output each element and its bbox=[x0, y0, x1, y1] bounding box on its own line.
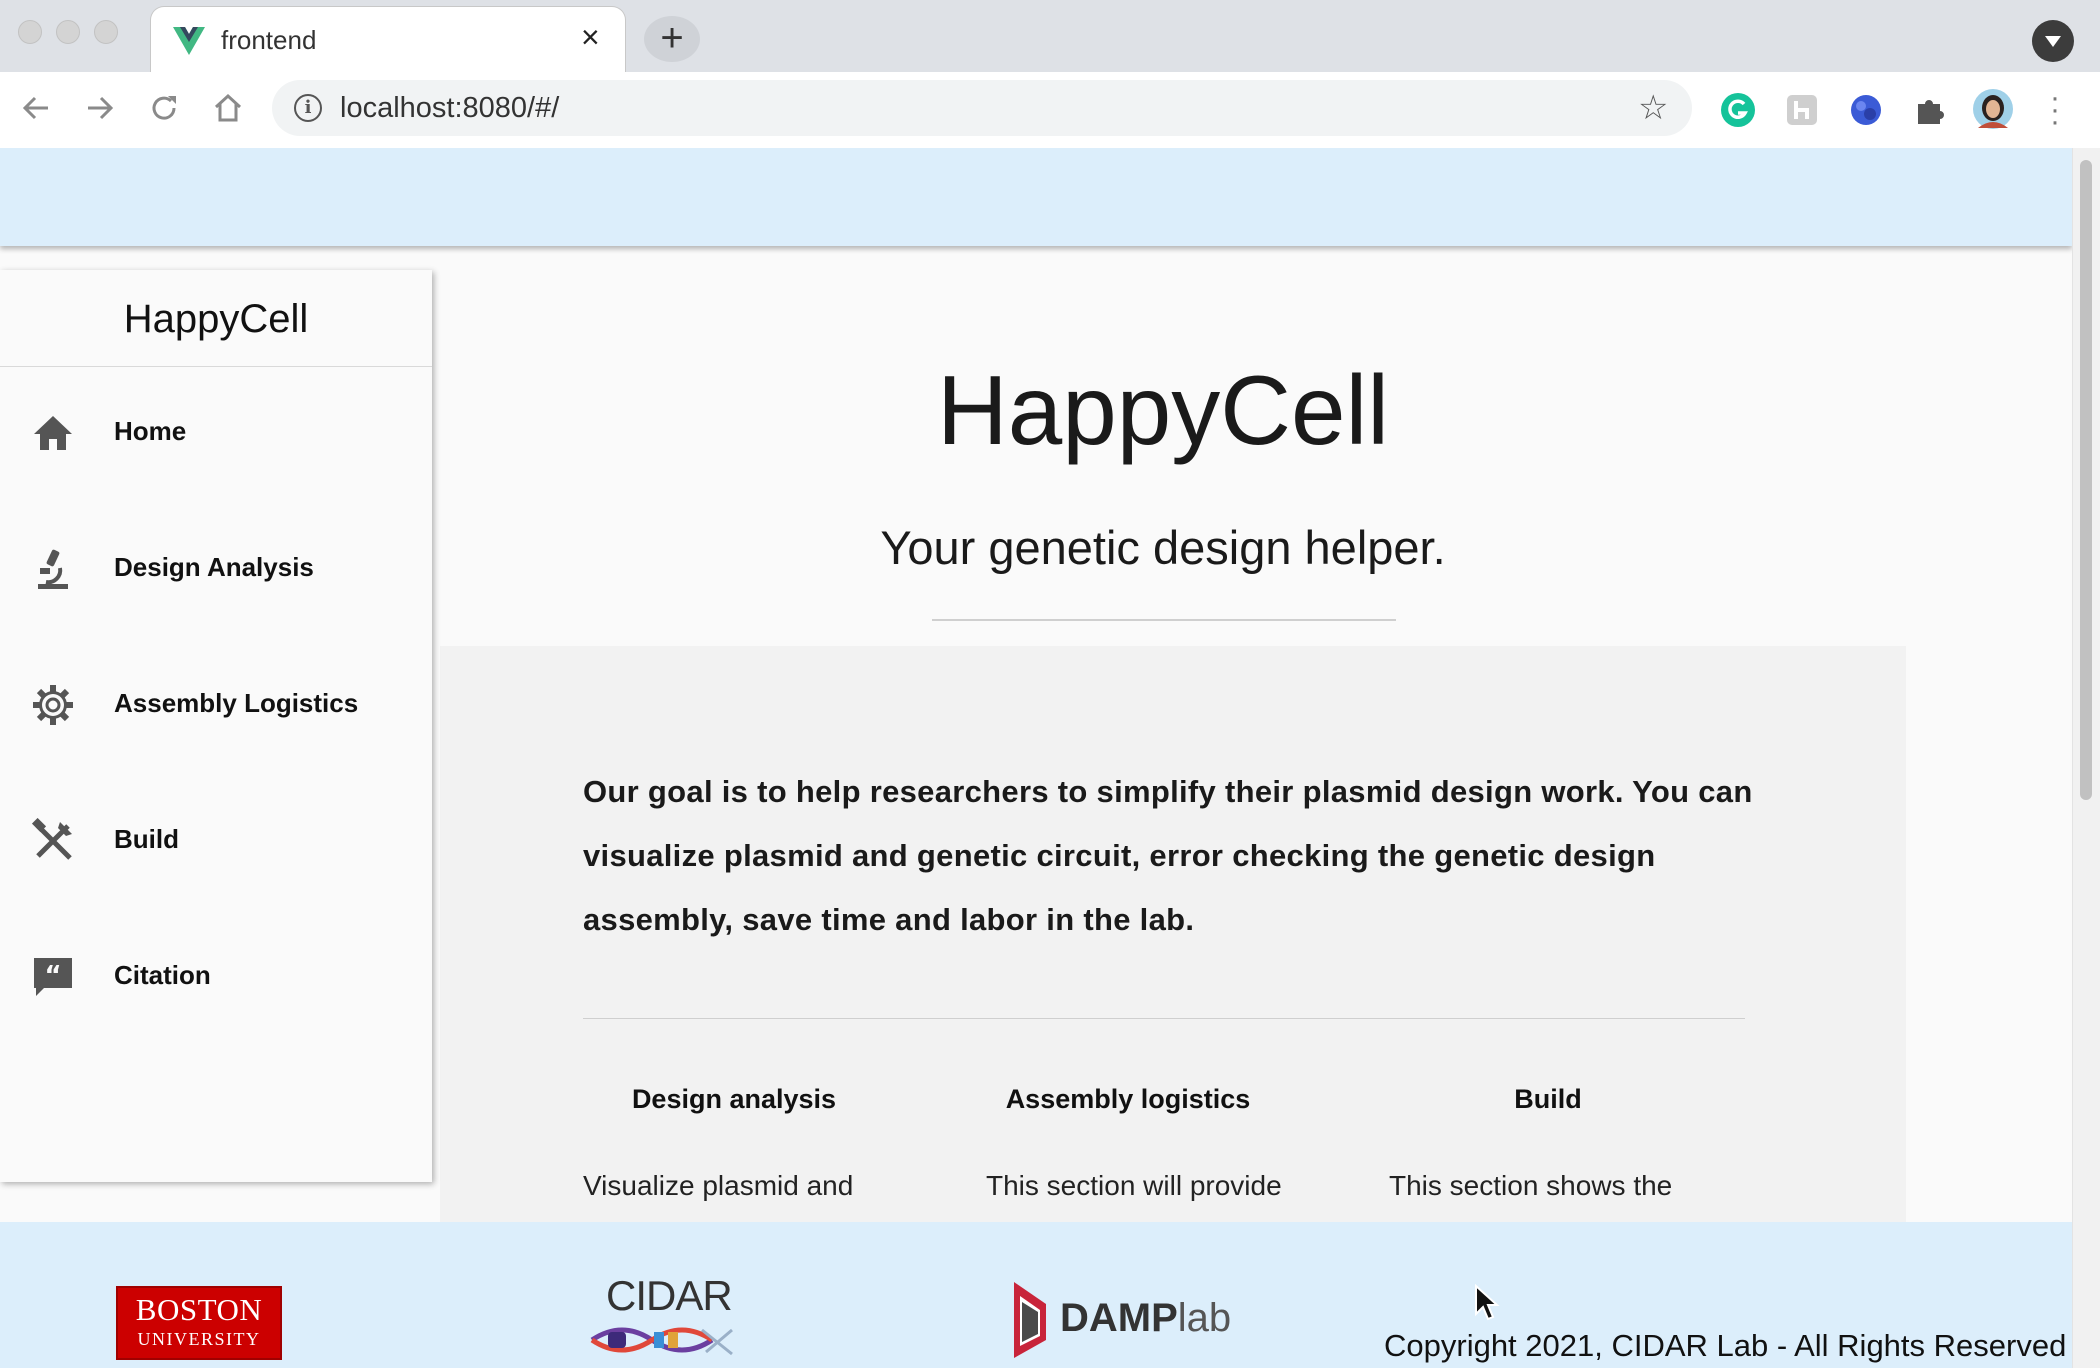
url-text[interactable]: localhost:8080/#/ bbox=[340, 92, 559, 125]
browser-toolbar: i localhost:8080/#/ ☆ · · · bbox=[0, 72, 2100, 149]
feature-title-design-analysis: Design analysis bbox=[631, 1084, 837, 1114]
chevron-down-icon bbox=[2045, 36, 2061, 47]
dna-helix-icon bbox=[590, 1327, 733, 1356]
feature-text-assembly-logistics: This section will provide bbox=[986, 1170, 1282, 1201]
feature-text-build: This section shows the bbox=[1389, 1170, 1673, 1201]
profile-avatar[interactable] bbox=[1972, 88, 2014, 130]
page-title: HappyCell bbox=[936, 355, 1390, 465]
browser-tab[interactable]: frontend × bbox=[150, 6, 626, 72]
page-subtitle: Your genetic design helper. bbox=[880, 521, 1446, 574]
sidebar-item-label: Home bbox=[114, 416, 187, 446]
tab-title: frontend bbox=[221, 25, 317, 55]
sidebar-item-build[interactable]: Build bbox=[0, 790, 432, 890]
extension-globe-icon[interactable] bbox=[1848, 92, 1884, 128]
home-page-icon[interactable] bbox=[210, 90, 246, 126]
divider bbox=[932, 619, 1396, 621]
copyright-text: Copyright 2021, CIDAR Lab - All Rights R… bbox=[1384, 1328, 2067, 1363]
sidebar-item-label: Design Analysis bbox=[114, 552, 314, 582]
sidebar: HappyCell Home Design Analysis Assembly … bbox=[0, 270, 432, 1182]
footer: BOSTON UNIVERSITY CIDAR DAMPlab Copyrigh… bbox=[0, 1222, 2072, 1368]
scrollbar-thumb[interactable] bbox=[2080, 160, 2092, 800]
back-arrow-icon[interactable] bbox=[18, 90, 54, 126]
divider bbox=[583, 1018, 1745, 1019]
window-minimize-button[interactable] bbox=[56, 20, 80, 44]
tools-icon bbox=[31, 818, 72, 860]
app-bar bbox=[0, 148, 2072, 246]
intro-paragraph: Our goal is to help researchers to simpl… bbox=[583, 774, 1753, 937]
sidebar-item-design-analysis[interactable]: Design Analysis bbox=[0, 518, 432, 618]
vue-favicon-icon bbox=[173, 27, 205, 55]
reload-icon[interactable] bbox=[146, 90, 182, 126]
boston-university-logo[interactable]: BOSTON UNIVERSITY bbox=[116, 1286, 282, 1360]
gear-icon bbox=[33, 685, 73, 725]
feature-title-build: Build bbox=[1514, 1084, 1582, 1114]
site-info-icon[interactable]: i bbox=[294, 94, 322, 122]
tab-close-icon[interactable]: × bbox=[581, 21, 600, 53]
feature-title-assembly-logistics: Assembly logistics bbox=[1005, 1084, 1251, 1114]
damplab-mark-icon bbox=[1014, 1282, 1046, 1358]
mouse-cursor-icon bbox=[1475, 1284, 1500, 1321]
extension-h-icon[interactable] bbox=[1784, 92, 1820, 128]
window-zoom-button[interactable] bbox=[94, 20, 118, 44]
window-close-button[interactable] bbox=[18, 20, 42, 44]
sidebar-item-assembly-logistics[interactable]: Assembly Logistics bbox=[0, 654, 432, 754]
browser-menu-icon[interactable]: · · · bbox=[2050, 83, 2060, 137]
quote-icon: “ bbox=[34, 958, 72, 996]
forward-arrow-icon[interactable] bbox=[82, 90, 118, 126]
address-bar[interactable]: i localhost:8080/#/ ☆ bbox=[272, 80, 1692, 136]
tab-search-button[interactable] bbox=[2032, 20, 2074, 62]
svg-text:“: “ bbox=[44, 961, 61, 991]
grammarly-icon[interactable] bbox=[1720, 92, 1756, 128]
sidebar-title: HappyCell bbox=[0, 270, 432, 367]
sidebar-item-label: Build bbox=[114, 824, 179, 854]
extensions-puzzle-icon[interactable] bbox=[1912, 92, 1948, 128]
browser-tabstrip: frontend × + bbox=[0, 0, 2100, 72]
web-page: HappyCell Home Design Analysis Assembly … bbox=[0, 148, 2072, 1368]
sidebar-item-label: Assembly Logistics bbox=[114, 688, 359, 718]
home-icon bbox=[34, 416, 72, 450]
feature-text-design-analysis: Visualize plasmid and bbox=[583, 1170, 854, 1201]
bookmark-star-icon[interactable]: ☆ bbox=[1638, 88, 1668, 128]
sidebar-item-home[interactable]: Home bbox=[0, 382, 432, 482]
new-tab-button[interactable]: + bbox=[644, 16, 700, 62]
sidebar-item-label: Citation bbox=[114, 960, 211, 990]
sidebar-item-citation[interactable]: “ Citation bbox=[0, 926, 432, 1026]
microscope-icon bbox=[38, 549, 68, 589]
